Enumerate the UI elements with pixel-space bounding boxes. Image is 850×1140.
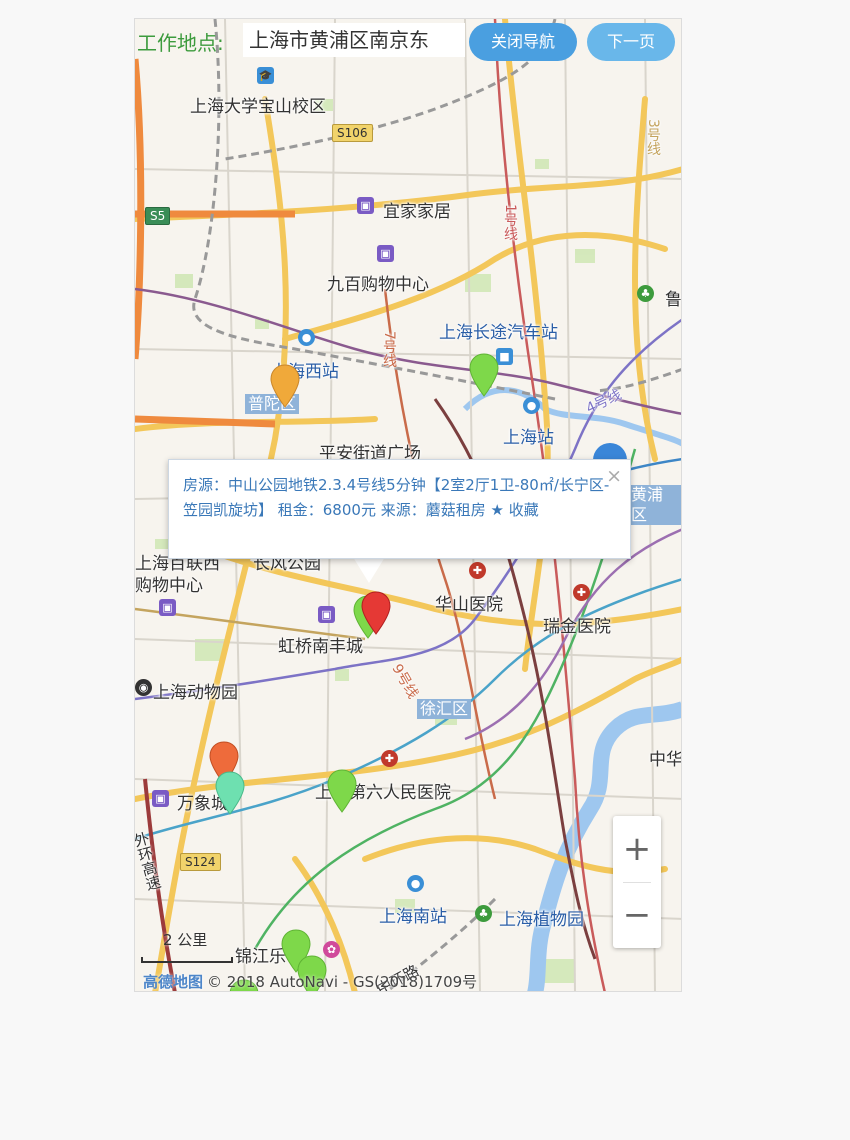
close-navigation-button[interactable]: 关闭导航: [469, 23, 577, 61]
house-pin-green[interactable]: [327, 769, 357, 813]
road-shield-s5: S5: [145, 207, 171, 225]
station-icon: ●: [523, 397, 540, 414]
zoom-out-button[interactable]: −: [613, 882, 661, 948]
map-copyright: 高德地图 © 2018 AutoNavi - GS(2018)1709号: [143, 971, 478, 991]
hospital-icon: ✚: [573, 584, 590, 601]
school-icon: 🎓: [257, 67, 274, 84]
shopping-bag-icon: ▣: [377, 245, 394, 262]
favorite-link[interactable]: ★ 收藏: [491, 501, 539, 519]
hospital-icon: ✚: [469, 562, 486, 579]
label-gubei-partial2: 购物中心: [135, 576, 203, 596]
label-line7: 7号线: [381, 331, 397, 368]
zoom-controls: + −: [613, 816, 661, 948]
house-pin-orange[interactable]: [270, 364, 300, 408]
label-jinjiang: 锦江乐: [235, 947, 286, 967]
label-lu-partial: 鲁: [665, 290, 682, 310]
park-icon: ♣: [475, 905, 492, 922]
star-icon: ★: [490, 501, 504, 519]
label-zoo: 上海动物园: [153, 683, 238, 703]
label-yijia: 宜家家居: [383, 202, 451, 222]
shopping-icon: ▣: [357, 197, 374, 214]
area-tag-huangpu: 黄浦区: [628, 485, 681, 525]
work-location-label: 工作地点:: [137, 31, 224, 55]
label-botanical: 上海植物园: [499, 910, 584, 930]
scale-bar: [141, 957, 233, 963]
label-line1: 1号线: [502, 204, 518, 241]
shopping-bag-icon: ▣: [152, 790, 169, 807]
shopping-bag-icon: ▣: [318, 606, 335, 623]
label-shanghai-university: 上海大学宝山校区: [190, 97, 326, 117]
amap-logo[interactable]: 高德地图: [143, 973, 203, 991]
map-container[interactable]: 普陀区 徐汇区 黄浦区 S106 S5 S124 上海大学宝山校区 宜家家居 九…: [134, 18, 682, 992]
label-zhonghua: 中华: [649, 750, 682, 770]
label-shanghai-station: 上海站: [503, 428, 554, 448]
work-location-input[interactable]: 上海市黄浦区南京东: [243, 23, 465, 57]
shopping-bag-icon: ▣: [159, 599, 176, 616]
next-page-button[interactable]: 下一页: [587, 23, 675, 61]
railway-station-icon: ●: [298, 329, 315, 346]
railway-station-icon: ●: [407, 875, 424, 892]
road-shield-s106: S106: [332, 124, 373, 142]
popup-close-button[interactable]: ×: [606, 464, 622, 489]
house-pin-green[interactable]: [469, 353, 499, 397]
label-changtu-bus-station: 上海长途汽车站: [439, 323, 558, 343]
label-hongqiao-nanfeng: 虹桥南丰城: [278, 637, 363, 657]
zoom-in-button[interactable]: +: [613, 816, 661, 882]
house-info-popup: × 房源：中山公园地铁2.3.4号线5分钟【2室2厅1卫-80㎡/长宁区-笠园凯…: [168, 459, 631, 559]
label-huashan: 华山医院: [435, 595, 503, 615]
road-shield-s124: S124: [180, 853, 221, 871]
popup-tail: [353, 557, 385, 583]
label-ruijin: 瑞金医院: [543, 617, 611, 637]
label-south-station: 上海南站: [379, 907, 447, 927]
hospital-icon: ✚: [381, 750, 398, 767]
area-tag-xuhui: 徐汇区: [417, 699, 472, 719]
scale-label: 2 公里: [163, 931, 208, 949]
label-jiubai: 九百购物中心: [327, 275, 429, 295]
house-pin-teal[interactable]: [215, 771, 245, 815]
favorite-label: 收藏: [508, 501, 539, 519]
house-pin-selected[interactable]: [361, 591, 391, 635]
popup-house-text: 房源：中山公园地铁2.3.4号线5分钟【2室2厅1卫-80㎡/长宁区-笠园凯旋坊…: [183, 476, 610, 519]
park-icon: ♣: [637, 285, 654, 302]
copyright-text: © 2018 AutoNavi - GS(2018)1709号: [207, 973, 478, 991]
zoo-icon: ◉: [135, 679, 152, 696]
label-line3: 3号线: [645, 119, 661, 156]
